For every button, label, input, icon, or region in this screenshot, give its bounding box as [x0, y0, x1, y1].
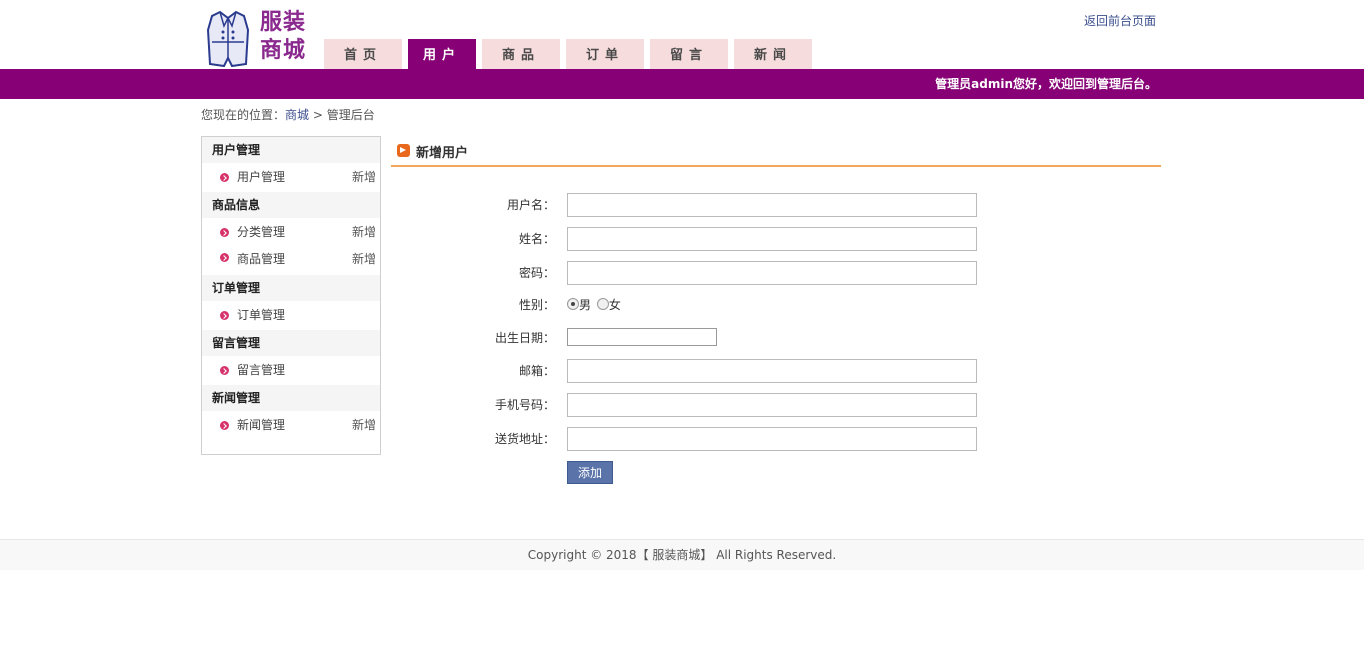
sidebar-add-link[interactable]: 新增: [352, 218, 376, 247]
top-bar: 管理员admin您好，欢迎回到管理后台。: [0, 69, 1364, 99]
welcome-message: 管理员admin您好，欢迎回到管理后台。: [935, 77, 1157, 91]
address-input[interactable]: [567, 427, 977, 451]
sidebar-item-product-manage: 商品管理 新增: [202, 247, 380, 275]
password-label: 密码：: [518, 266, 555, 280]
copyright-text: Copyright © 2018【 服装商城】 All Rights Reser…: [527, 548, 837, 562]
nav-tab-orders[interactable]: 订单: [566, 39, 644, 69]
nav-tab-messages[interactable]: 留言: [650, 39, 728, 69]
form-row-phone: 手机号码：: [391, 393, 1161, 417]
breadcrumb-separator: >: [309, 108, 327, 122]
sidebar-item-label[interactable]: 商品管理: [237, 252, 285, 266]
gender-female-label: 女: [608, 298, 621, 312]
sidebar-item-label[interactable]: 分类管理: [237, 225, 285, 239]
phone-input[interactable]: [567, 393, 977, 417]
header: 服装商城 返回前台页面 首页 用户 商品 订单 留言 新闻: [0, 0, 1364, 69]
sidebar-item-news-manage: 新闻管理 新增: [202, 411, 380, 440]
sidebar-add-link[interactable]: 新增: [352, 163, 376, 192]
gender-female-radio[interactable]: [596, 298, 609, 310]
sidebar-item-user-manage: 用户管理 新增: [202, 163, 380, 192]
bullet-arrow-icon: [220, 311, 229, 320]
breadcrumb: 您现在的位置：商城 > 管理后台: [201, 106, 375, 124]
form-row-gender: 性别： 男 女: [391, 293, 1161, 317]
email-input[interactable]: [567, 359, 977, 383]
sidebar-group-title: 新闻管理: [202, 385, 380, 411]
name-label: 姓名：: [518, 232, 555, 246]
birthdate-label: 出生日期：: [494, 331, 555, 345]
add-user-button[interactable]: 添加: [567, 461, 613, 484]
form-row-address: 送货地址：: [391, 427, 1161, 451]
breadcrumb-prefix: 您现在的位置：: [201, 108, 286, 122]
sidebar-item-message-manage: 留言管理: [202, 356, 380, 385]
bullet-arrow-icon: [220, 253, 229, 262]
breadcrumb-link-shop[interactable]: 商城: [285, 108, 309, 122]
sidebar: 用户管理 用户管理 新增 商品信息 分类管理 新增 商品管理 新增 订单管理 订…: [201, 136, 381, 455]
page-title: 新增用户: [416, 146, 469, 161]
form-row-username: 用户名：: [391, 193, 1161, 217]
coat-icon: [206, 10, 250, 68]
sidebar-group-title: 订单管理: [202, 275, 380, 301]
phone-label: 手机号码：: [494, 398, 555, 412]
form-row-email: 邮箱：: [391, 359, 1161, 383]
sidebar-group-title: 留言管理: [202, 330, 380, 356]
gender-male-radio[interactable]: [567, 298, 579, 310]
nav-tab-products[interactable]: 商品: [482, 39, 560, 69]
footer: Copyright © 2018【 服装商城】 All Rights Reser…: [0, 539, 1364, 570]
arrow-right-icon: [397, 144, 410, 157]
bullet-arrow-icon: [220, 173, 229, 182]
sidebar-item-label[interactable]: 用户管理: [237, 170, 285, 184]
sidebar-add-link[interactable]: 新增: [352, 411, 376, 440]
bullet-arrow-icon: [220, 421, 229, 430]
name-input[interactable]: [567, 227, 977, 251]
address-label: 送货地址：: [494, 432, 555, 446]
section-header: 新增用户: [391, 136, 1161, 167]
sidebar-item-order-manage: 订单管理: [202, 301, 380, 330]
username-input[interactable]: [567, 193, 977, 217]
bullet-arrow-icon: [220, 366, 229, 375]
form-row-name: 姓名：: [391, 227, 1161, 251]
sidebar-group-title: 用户管理: [202, 137, 380, 163]
email-label: 邮箱：: [518, 364, 555, 378]
gender-male-label: 男: [579, 298, 592, 312]
form-row-birthdate: 出生日期：: [391, 326, 1161, 350]
sidebar-item-label[interactable]: 新闻管理: [237, 418, 285, 432]
sidebar-group-title: 商品信息: [202, 192, 380, 218]
form-row-password: 密码：: [391, 261, 1161, 285]
back-to-frontend-link[interactable]: 返回前台页面: [1084, 12, 1156, 29]
sidebar-item-label[interactable]: 订单管理: [237, 308, 285, 322]
birthdate-input[interactable]: [567, 328, 717, 346]
nav-tab-home[interactable]: 首页: [324, 39, 402, 69]
sidebar-item-category-manage: 分类管理 新增: [202, 218, 380, 247]
nav-tab-news[interactable]: 新闻: [734, 39, 812, 69]
sidebar-item-label[interactable]: 留言管理: [237, 363, 285, 377]
nav-tab-users[interactable]: 用户: [408, 39, 476, 69]
logo-text: 服装商城: [260, 9, 307, 63]
password-input[interactable]: [567, 261, 977, 285]
gender-radio-group: 男 女: [567, 293, 621, 317]
sidebar-add-link[interactable]: 新增: [352, 247, 376, 271]
username-label: 用户名：: [506, 198, 555, 212]
gender-label: 性别：: [518, 298, 555, 312]
bullet-arrow-icon: [220, 228, 229, 237]
logo[interactable]: 服装商城: [206, 8, 314, 68]
breadcrumb-current: 管理后台: [326, 108, 375, 122]
